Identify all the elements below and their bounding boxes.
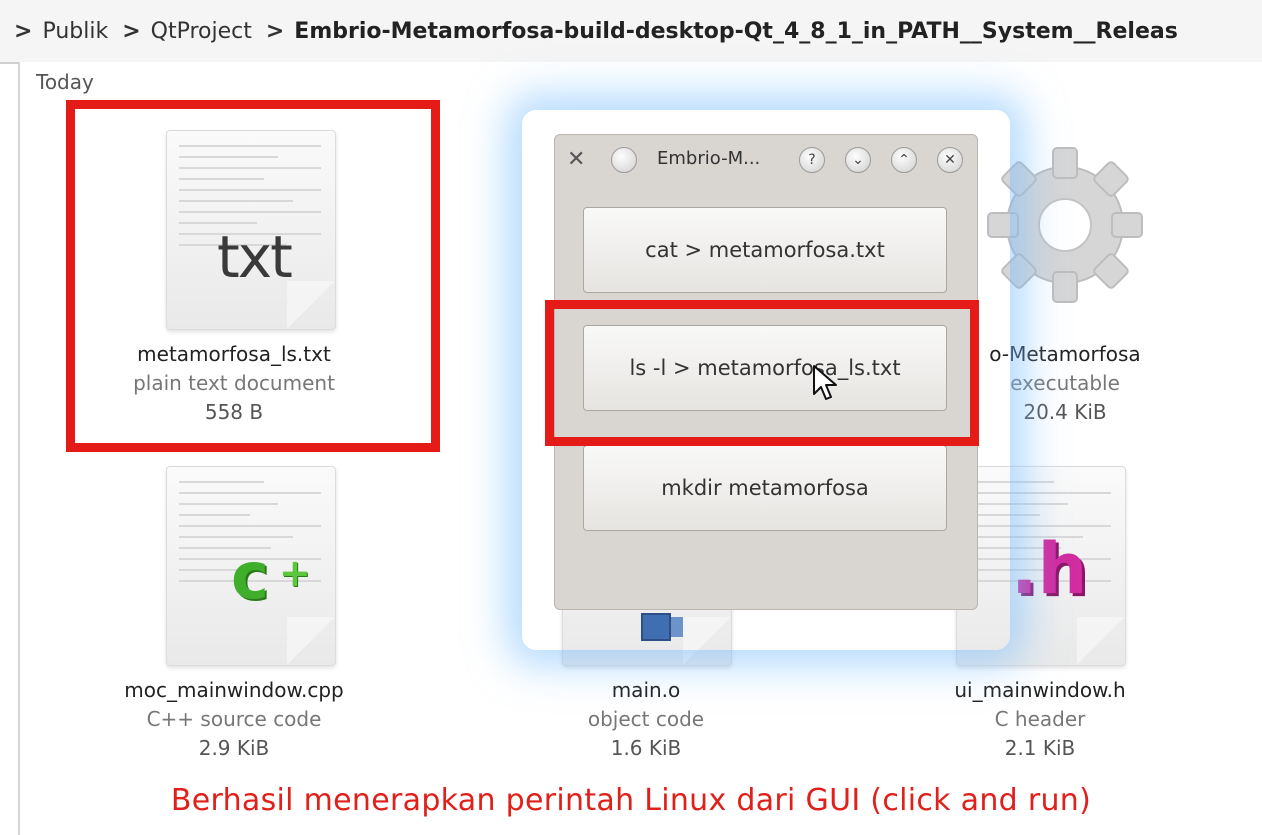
file-name: main.o <box>611 678 681 702</box>
mouse-cursor-icon <box>813 365 837 400</box>
cpp-source-icon: c + <box>166 466 336 666</box>
caption-text: Berhasil menerapkan perintah Linux dari … <box>170 783 1092 818</box>
mkdir-button[interactable]: mkdir metamorfosa <box>583 445 947 531</box>
chevron-right-icon: > <box>14 18 33 44</box>
highlight-box-file <box>66 100 440 452</box>
file-name: moc_mainwindow.cpp <box>124 678 344 702</box>
file-size: 1.6 KiB <box>610 736 682 760</box>
menu-button[interactable] <box>611 147 637 173</box>
maximize-button[interactable]: ⌃ <box>891 147 917 173</box>
breadcrumb: > Publik > QtProject > Embrio-Metamorfos… <box>0 0 1262 64</box>
cpp-badge: c <box>231 540 269 614</box>
chevron-right-icon: > <box>265 18 285 44</box>
breadcrumb-item-publik[interactable]: Publik <box>42 19 108 44</box>
file-type: C++ source code <box>146 707 322 731</box>
chevron-right-icon: > <box>122 18 141 44</box>
file-type: object code <box>587 707 705 731</box>
file-size: 2.9 KiB <box>198 736 270 760</box>
dialog-title: Embrio-M... <box>657 148 761 169</box>
file-type: C header <box>994 707 1086 731</box>
file-item-moc-mainwindow-cpp[interactable]: c + moc_mainwindow.cpp C++ source code 2… <box>94 466 374 766</box>
help-button[interactable]: ? <box>799 147 825 173</box>
file-name: ui_mainwindow.h <box>954 678 1126 702</box>
breadcrumb-item-qtproject[interactable]: QtProject <box>151 19 252 44</box>
highlight-box-button <box>545 300 979 446</box>
file-size: 2.1 KiB <box>1004 736 1076 760</box>
close-button[interactable]: ✕ <box>937 147 963 173</box>
breadcrumb-item-current[interactable]: Embrio-Metamorfosa-build-desktop-Qt_4_8_… <box>294 19 1178 44</box>
h-badge: .h <box>1011 528 1088 610</box>
cpp-badge-plus: + <box>279 551 311 595</box>
app-x-icon: ✕ <box>567 147 586 172</box>
minimize-button[interactable]: ⌄ <box>845 147 871 173</box>
group-title: Today <box>36 70 94 94</box>
dialog-titlebar[interactable]: ✕ Embrio-M... ? ⌄ ⌃ ✕ <box>555 135 977 185</box>
cat-button[interactable]: cat > metamorfosa.txt <box>583 207 947 293</box>
